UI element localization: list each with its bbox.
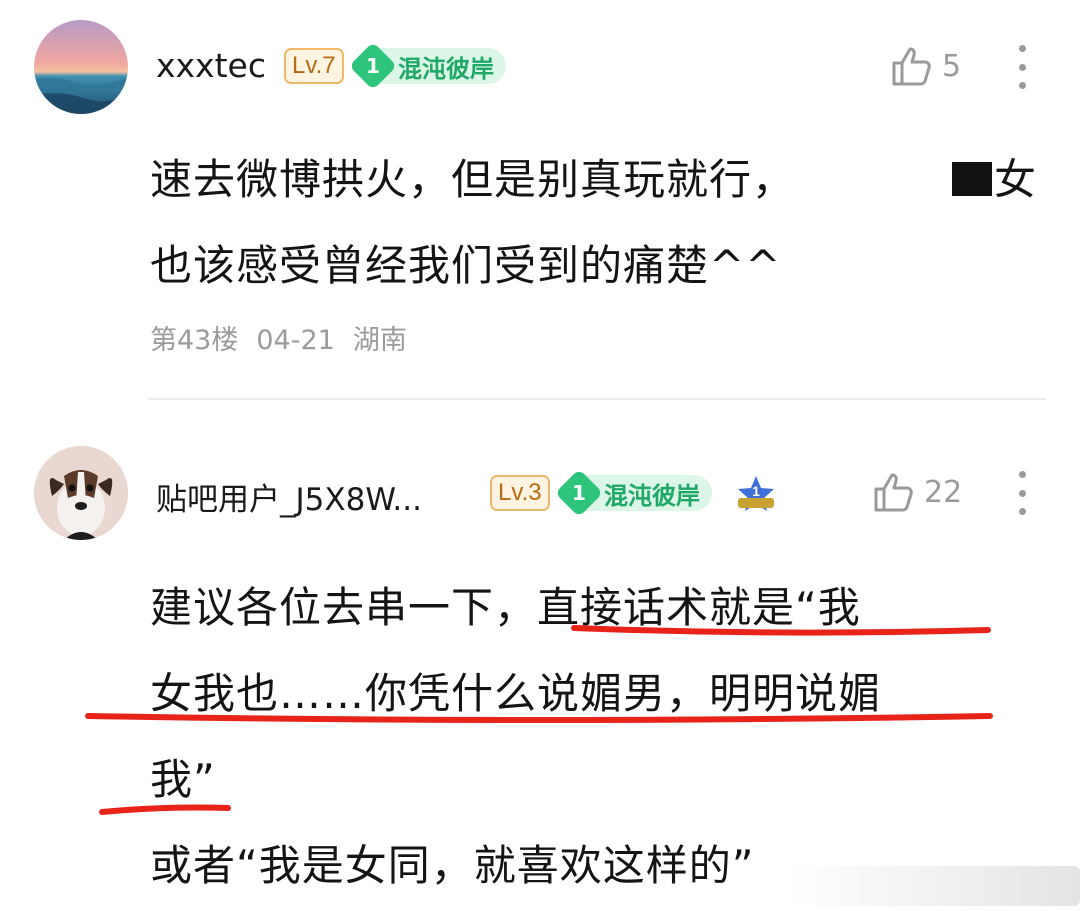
badge-diamond-icon: 1 bbox=[554, 468, 604, 518]
rank-badge: 1 混沌彼岸 bbox=[348, 41, 506, 91]
level-badge: Lv.3 bbox=[490, 475, 550, 511]
svg-text:1: 1 bbox=[752, 483, 760, 499]
post-meta: 第43楼 04-21 湖南 bbox=[150, 318, 425, 357]
like-button[interactable]: 22 bbox=[872, 470, 962, 514]
username[interactable]: 贴吧用户_J5X8W... bbox=[156, 474, 422, 519]
like-count: 22 bbox=[924, 474, 963, 510]
more-icon[interactable] bbox=[1016, 45, 1028, 89]
redacted-block bbox=[952, 162, 992, 196]
badge-diamond-icon: 1 bbox=[348, 41, 398, 91]
more-icon[interactable] bbox=[1016, 471, 1028, 515]
thumb-up-icon bbox=[874, 473, 913, 512]
star-rank-icon: 1 bbox=[734, 474, 778, 518]
thumb-up-icon bbox=[892, 47, 931, 86]
comment-text-line: 我” bbox=[150, 755, 216, 804]
avatar[interactable] bbox=[34, 446, 128, 540]
badge-label: 混沌彼岸 bbox=[398, 54, 494, 83]
watermark bbox=[790, 866, 1080, 906]
floor-number: 第43楼 bbox=[150, 325, 239, 356]
comment-text-line: 女我也……你凭什么说媚男，明明说媚 bbox=[150, 669, 882, 718]
like-button[interactable]: 5 bbox=[890, 44, 961, 88]
level-badge: Lv.7 bbox=[284, 48, 344, 84]
divider bbox=[148, 398, 1046, 400]
rank-badge: 1 混沌彼岸 bbox=[554, 468, 712, 518]
comment-text-line: 速去微博拱火，但是别真玩就行， bbox=[150, 155, 796, 204]
like-count: 5 bbox=[942, 48, 962, 84]
avatar[interactable] bbox=[34, 20, 128, 114]
post-location: 湖南 bbox=[352, 325, 407, 356]
post-date: 04-21 bbox=[256, 325, 335, 356]
comment-text-line: 也该感受曾经我们受到的痛楚^^ bbox=[150, 241, 782, 290]
comment-text-tail: 女 bbox=[994, 155, 1038, 204]
comment-text-line: 或者“我是女同，就喜欢这样的” bbox=[150, 841, 755, 890]
comment-text-line: 建议各位去串一下，直接话术就是“我 bbox=[150, 583, 861, 632]
username[interactable]: xxxtec bbox=[156, 46, 266, 85]
badge-label: 混沌彼岸 bbox=[604, 481, 700, 510]
